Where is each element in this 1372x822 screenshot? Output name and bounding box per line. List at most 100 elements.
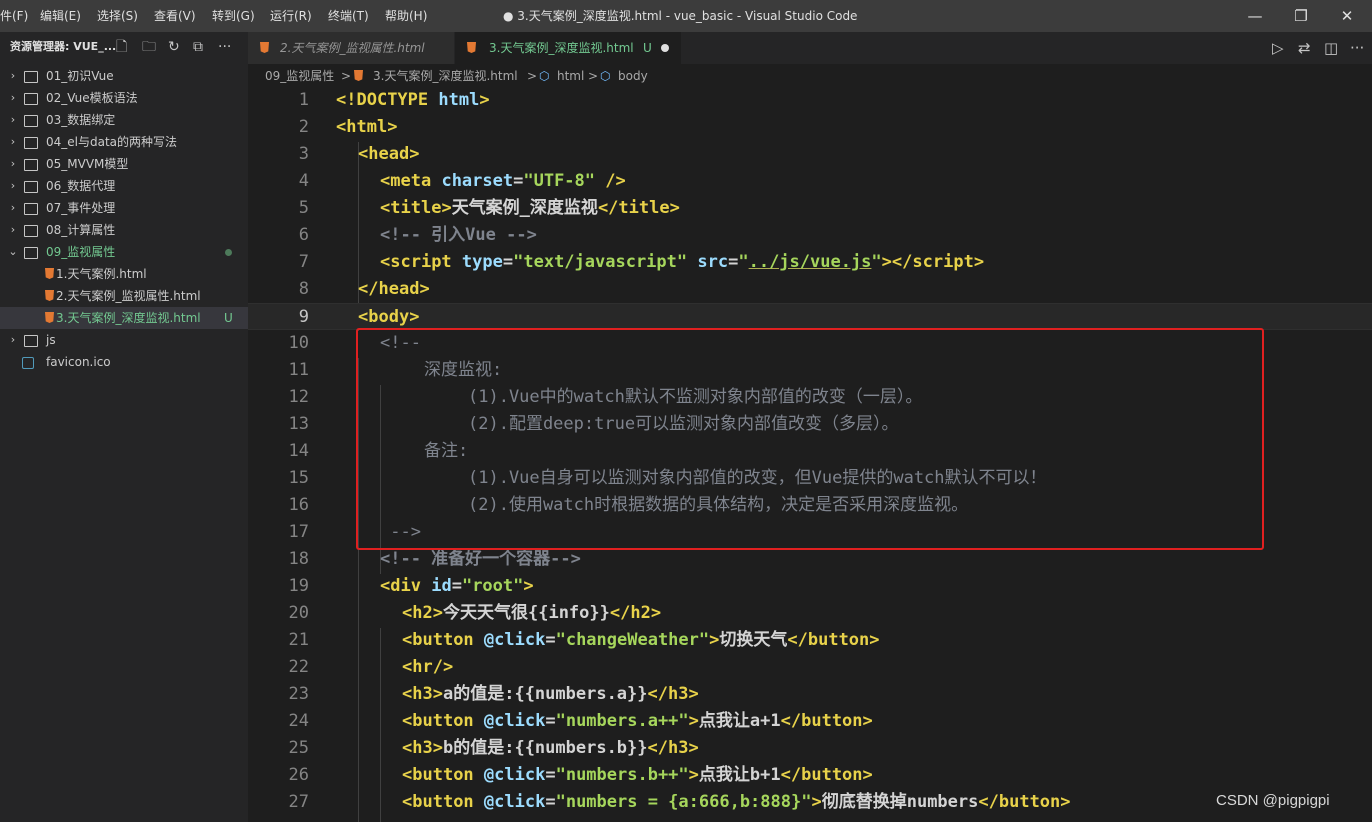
tree-item[interactable]: › 05_MVVM模型	[0, 153, 248, 175]
html-file-icon	[467, 42, 476, 53]
tab-watch-property[interactable]: 2.天气案例_监视属性.html	[248, 32, 454, 64]
chevron-right-icon[interactable]: ›	[7, 131, 19, 153]
code-token: </	[647, 684, 668, 704]
code-token: />	[432, 657, 454, 677]
tree-item[interactable]: 3.天气案例_深度监视.html U	[0, 307, 248, 329]
code-line: 19 <div id="root">	[248, 573, 1372, 600]
code-text: <div id="root">	[380, 573, 534, 600]
code-token: DOCTYPE	[356, 90, 429, 110]
line-number: 9	[298, 307, 309, 327]
window-title: ● 3.天气案例_深度监视.html - vue_basic - Visual …	[503, 9, 858, 23]
code-line: 22 <hr/>	[248, 654, 1372, 681]
minimize-button[interactable]: —	[1232, 0, 1278, 32]
code-token: ></	[881, 252, 913, 272]
code-token: <	[380, 252, 391, 272]
collapse-all-icon[interactable]: ⧉	[193, 32, 203, 62]
code-token: script	[912, 252, 974, 272]
breadcrumb-body[interactable]: body	[618, 64, 648, 88]
chevron-right-icon[interactable]: ›	[7, 109, 19, 131]
tab-bar: 2.天气案例_监视属性.html 3.天气案例_深度监视.html U	[248, 32, 1372, 64]
line-number: 26	[288, 765, 309, 785]
split-editor-icon[interactable]: ◫	[1324, 32, 1338, 64]
compare-icon[interactable]: ⇄	[1298, 32, 1311, 64]
run-icon[interactable]: ▷	[1272, 32, 1284, 64]
chevron-right-icon[interactable]: ›	[7, 197, 19, 219]
tree-item[interactable]: › 01_初识Vue	[0, 65, 248, 87]
menu-item[interactable]: 查看(V)	[154, 0, 196, 32]
code-line: 23 <h3>a的值是:{{numbers.a}}</h3>	[248, 681, 1372, 708]
unsaved-dot-icon[interactable]	[661, 44, 669, 52]
chevron-right-icon[interactable]: ›	[7, 219, 19, 241]
folder-icon	[24, 93, 38, 105]
chevron-right-icon[interactable]: ›	[7, 175, 19, 197]
code-token: </	[647, 738, 668, 758]
code-text: <h3>b的值是:{{numbers.b}}</h3>	[402, 735, 699, 762]
line-number: 25	[288, 738, 309, 758]
chevron-right-icon[interactable]: ›	[7, 153, 19, 175]
code-line: 5 <title>天气案例_深度监视</title>	[248, 195, 1372, 222]
tree-item[interactable]: › js	[0, 329, 248, 351]
tree-item[interactable]: › 02_Vue模板语法	[0, 87, 248, 109]
menu-item[interactable]: 运行(R)	[270, 0, 312, 32]
more-actions-icon[interactable]: ···	[1350, 32, 1364, 64]
code-token: >	[409, 307, 420, 327]
code-line: 18 <!-- 准备好一个容器-->	[248, 546, 1372, 573]
menu-item[interactable]: 编辑(E)	[40, 0, 81, 32]
code-token: </	[597, 198, 619, 218]
tree-item[interactable]: › 06_数据代理	[0, 175, 248, 197]
refresh-icon[interactable]: ↻	[168, 32, 180, 62]
code-token: 今天天气很{{info}}	[442, 603, 610, 623]
code-line: 21 <button @click="changeWeather">切换天气</b…	[248, 627, 1372, 654]
folder-icon	[24, 203, 38, 215]
breadcrumb-file[interactable]: 3.天气案例_深度监视.html	[373, 64, 518, 88]
tree-item[interactable]: ⌄ 09_监视属性	[0, 241, 248, 263]
chevron-right-icon[interactable]: ›	[7, 65, 19, 87]
code-token: button	[412, 711, 474, 731]
line-number: 18	[288, 549, 309, 569]
tree-item[interactable]: › 08_计算属性	[0, 219, 248, 241]
tree-item[interactable]: 1.天气案例.html	[0, 263, 248, 285]
tree-item-label: 05_MVVM模型	[46, 157, 129, 171]
menu-item[interactable]: 件(F)	[0, 0, 28, 32]
new-file-icon[interactable]: 🗋	[116, 32, 127, 62]
menu-item[interactable]: 选择(S)	[97, 0, 138, 32]
line-number: 22	[288, 657, 309, 677]
tree-item[interactable]: favicon.ico	[0, 351, 248, 373]
code-token: h3	[668, 684, 689, 704]
more-icon[interactable]: ···	[218, 32, 231, 62]
line-number: 11	[288, 360, 309, 380]
image-file-icon	[22, 357, 34, 369]
code-text: <button @click="changeWeather">切换天气</but…	[402, 627, 880, 654]
maximize-button[interactable]: ❐	[1278, 0, 1324, 32]
code-token: >	[387, 117, 398, 137]
tree-item-label: 03_数据绑定	[46, 113, 116, 127]
tree-item[interactable]: › 04_el与data的两种写法	[0, 131, 248, 153]
menu-item[interactable]: 帮助(H)	[385, 0, 427, 32]
code-line: 7 <script type="text/javascript" src="../…	[248, 249, 1372, 276]
code-token: >	[432, 738, 443, 758]
breadcrumb-folder[interactable]: 09_监视属性	[265, 64, 334, 88]
code-token: <	[358, 144, 369, 164]
code-token: @click	[483, 792, 546, 812]
tree-item[interactable]: 2.天气案例_监视属性.html	[0, 285, 248, 307]
line-number: 14	[288, 441, 309, 461]
code-token: >	[862, 765, 873, 785]
code-text: <head>	[358, 141, 419, 168]
menu-item[interactable]: 终端(T)	[328, 0, 369, 32]
tab-deep-watch[interactable]: 3.天气案例_深度监视.html U	[455, 32, 681, 64]
code-token: <	[380, 576, 391, 596]
code-token: <	[402, 657, 413, 677]
new-folder-icon[interactable]: 🗀	[142, 32, 156, 62]
tree-item[interactable]: › 07_事件处理	[0, 197, 248, 219]
tree-item[interactable]: › 03_数据绑定	[0, 109, 248, 131]
chevron-down-icon[interactable]: ⌄	[7, 241, 19, 263]
close-button[interactable]: ✕	[1324, 0, 1370, 32]
menu-item[interactable]: 转到(G)	[212, 0, 255, 32]
code-token: =	[545, 792, 556, 812]
breadcrumb-html[interactable]: html	[557, 64, 584, 88]
code-token: "text/javascript"	[513, 252, 688, 272]
chevron-right-icon[interactable]: ›	[7, 329, 19, 351]
chevron-right-icon[interactable]: ›	[7, 87, 19, 109]
